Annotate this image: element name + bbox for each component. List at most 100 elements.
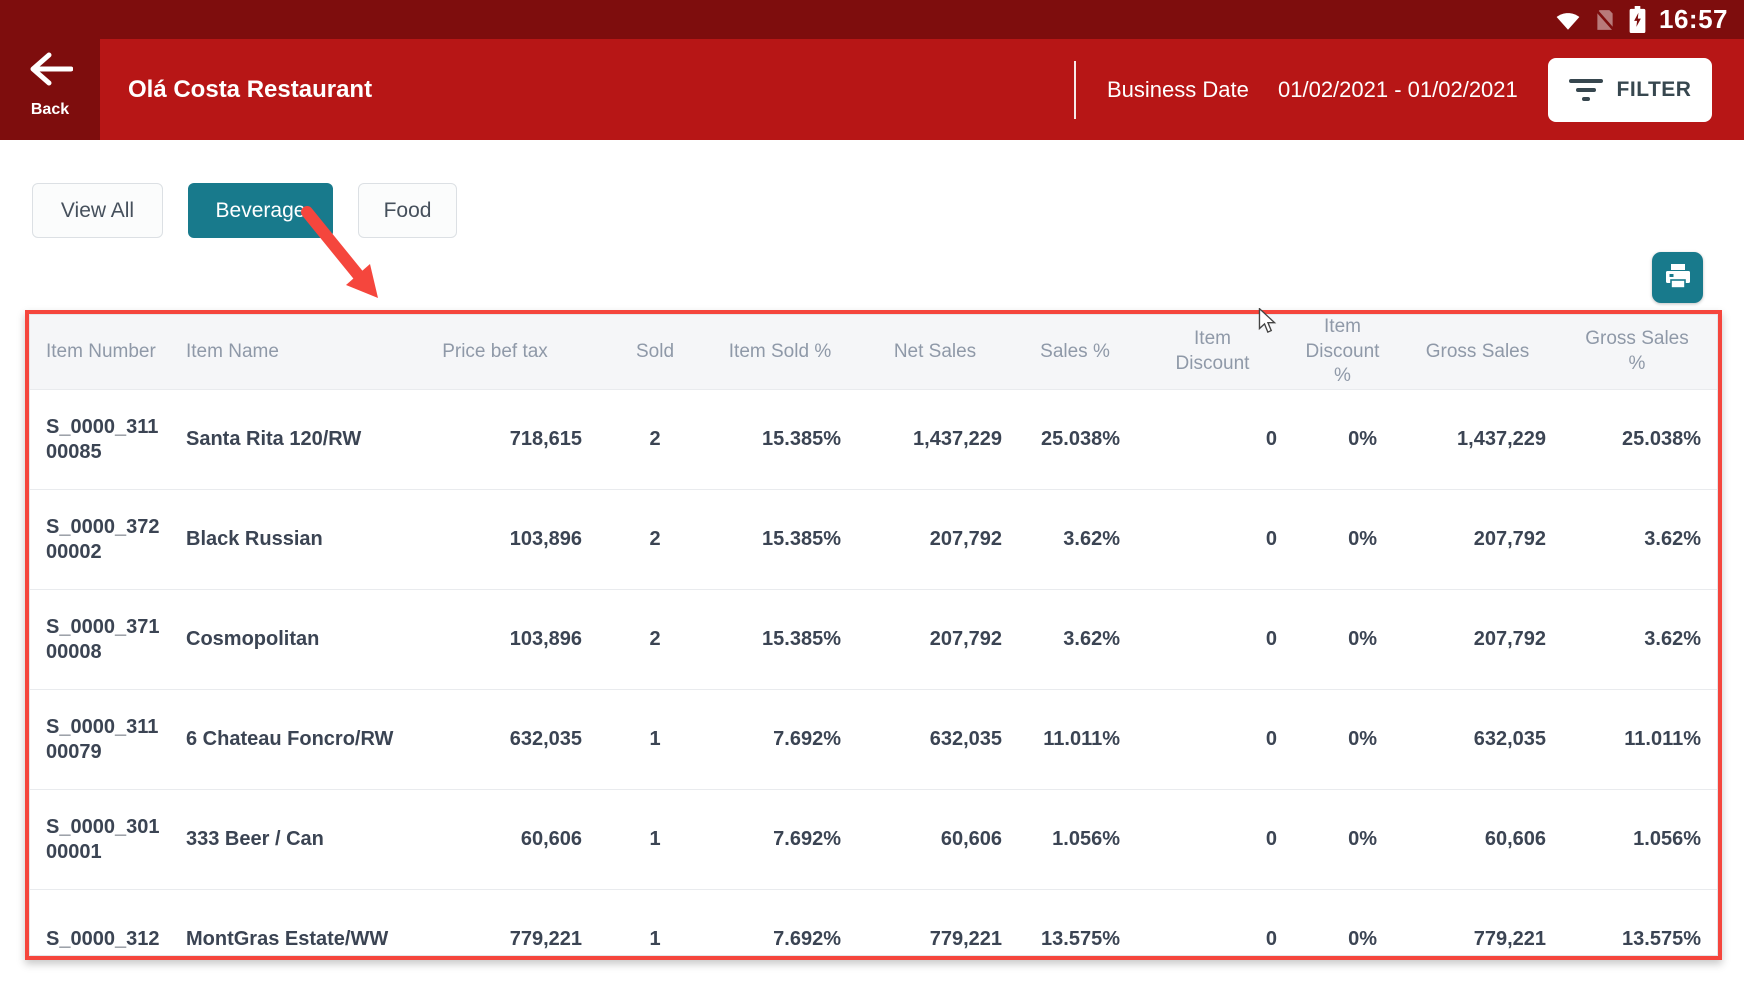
cell-gross-sales: 1,437,229	[1400, 390, 1565, 490]
table-row: S_0000_312MontGras Estate/WW779,22117.69…	[30, 890, 1718, 956]
cell-item-discount-pct: 0%	[1295, 790, 1400, 890]
table-row: S_0000_372 00002Black Russian103,896215.…	[30, 490, 1718, 590]
cell-price-bef-tax: 103,896	[400, 490, 600, 590]
cell-item-number: S_0000_311 00079	[30, 690, 170, 790]
cell-item-sold-pct: 7.692%	[710, 790, 860, 890]
highlight-border: Item Number Item Name Price bef tax Sold…	[25, 310, 1722, 960]
cell-item-name: MontGras Estate/WW	[170, 890, 400, 956]
cell-item-discount: 0	[1140, 390, 1295, 490]
status-bar: 16:57	[0, 0, 1744, 39]
sales-table: Item Number Item Name Price bef tax Sold…	[30, 315, 1718, 956]
cell-item-discount-pct: 0%	[1295, 690, 1400, 790]
tab-view-all[interactable]: View All	[32, 183, 163, 238]
cell-sold: 1	[600, 690, 710, 790]
app-screen: 16:57 Back Olá Costa Restaurant Business…	[0, 0, 1744, 981]
cell-gross-sales-pct: 11.011%	[1565, 690, 1718, 790]
filter-icon	[1569, 79, 1603, 101]
cell-sales-pct: 3.62%	[1020, 590, 1140, 690]
cell-sales-pct: 3.62%	[1020, 490, 1140, 590]
cell-net-sales: 60,606	[860, 790, 1020, 890]
filter-button[interactable]: FILTER	[1548, 58, 1712, 122]
cell-item-sold-pct: 15.385%	[710, 390, 860, 490]
cell-price-bef-tax: 632,035	[400, 690, 600, 790]
tab-beverage[interactable]: Beverage	[188, 183, 333, 238]
back-arrow-icon	[27, 52, 73, 91]
cell-item-name: 6 Chateau Foncro/RW	[170, 690, 400, 790]
header-cell-gross-sales: Gross Sales	[1400, 315, 1565, 390]
filter-label: FILTER	[1617, 78, 1692, 102]
cell-item-sold-pct: 15.385%	[710, 490, 860, 590]
cell-item-number: S_0000_301 00001	[30, 790, 170, 890]
cell-item-discount: 0	[1140, 590, 1295, 690]
cell-gross-sales-pct: 3.62%	[1565, 590, 1718, 690]
business-date-value: 01/02/2021 - 01/02/2021	[1278, 39, 1518, 140]
cell-item-name: Cosmopolitan	[170, 590, 400, 690]
table-header-row: Item Number Item Name Price bef tax Sold…	[30, 315, 1718, 390]
no-sim-icon	[1594, 8, 1616, 32]
page-title: Olá Costa Restaurant	[128, 39, 372, 140]
cell-sold: 1	[600, 790, 710, 890]
header-cell-item-discount-pct: Item Discount %	[1295, 315, 1400, 390]
cell-sold: 2	[600, 490, 710, 590]
header-cell-sales-pct: Sales %	[1020, 315, 1140, 390]
cell-gross-sales-pct: 13.575%	[1565, 890, 1718, 956]
tab-food[interactable]: Food	[358, 183, 457, 238]
cell-item-name: Santa Rita 120/RW	[170, 390, 400, 490]
cell-gross-sales-pct: 1.056%	[1565, 790, 1718, 890]
cell-gross-sales: 207,792	[1400, 590, 1565, 690]
back-label: Back	[31, 101, 69, 119]
cell-gross-sales: 207,792	[1400, 490, 1565, 590]
app-bar: Back Olá Costa Restaurant Business Date …	[0, 39, 1744, 140]
cell-item-discount: 0	[1140, 790, 1295, 890]
cell-gross-sales: 779,221	[1400, 890, 1565, 956]
cell-item-sold-pct: 7.692%	[710, 690, 860, 790]
business-date-label: Business Date	[1107, 39, 1249, 140]
header-cell-gross-sales-pct: Gross Sales %	[1565, 315, 1718, 390]
cell-price-bef-tax: 60,606	[400, 790, 600, 890]
header-cell-item-discount: Item Discount	[1140, 315, 1295, 390]
cell-item-discount-pct: 0%	[1295, 490, 1400, 590]
table-row: S_0000_311 00085Santa Rita 120/RW718,615…	[30, 390, 1718, 490]
print-icon	[1663, 261, 1693, 294]
cell-item-discount-pct: 0%	[1295, 390, 1400, 490]
header-cell-sold: Sold	[600, 315, 710, 390]
cell-net-sales: 632,035	[860, 690, 1020, 790]
cell-item-discount-pct: 0%	[1295, 590, 1400, 690]
cell-net-sales: 207,792	[860, 590, 1020, 690]
table-row: S_0000_301 00001333 Beer / Can60,60617.6…	[30, 790, 1718, 890]
cell-sold: 1	[600, 890, 710, 956]
cell-item-discount-pct: 0%	[1295, 890, 1400, 956]
status-time: 16:57	[1659, 4, 1728, 35]
cell-item-sold-pct: 7.692%	[710, 890, 860, 956]
cell-item-discount: 0	[1140, 890, 1295, 956]
table-row: S_0000_311 000796 Chateau Foncro/RW632,0…	[30, 690, 1718, 790]
cell-item-discount: 0	[1140, 490, 1295, 590]
table-row: S_0000_371 00008Cosmopolitan103,896215.3…	[30, 590, 1718, 690]
cell-gross-sales-pct: 25.038%	[1565, 390, 1718, 490]
cell-item-number: S_0000_312	[30, 890, 170, 956]
cell-price-bef-tax: 779,221	[400, 890, 600, 956]
cell-gross-sales: 632,035	[1400, 690, 1565, 790]
cell-net-sales: 779,221	[860, 890, 1020, 956]
cell-gross-sales-pct: 3.62%	[1565, 490, 1718, 590]
cell-sold: 2	[600, 390, 710, 490]
cell-net-sales: 1,437,229	[860, 390, 1020, 490]
cell-sales-pct: 25.038%	[1020, 390, 1140, 490]
appbar-divider	[1074, 61, 1076, 119]
cell-sold: 2	[600, 590, 710, 690]
header-cell-item-name: Item Name	[170, 315, 400, 390]
cell-gross-sales: 60,606	[1400, 790, 1565, 890]
wifi-icon	[1555, 9, 1581, 31]
cell-sales-pct: 11.011%	[1020, 690, 1140, 790]
cell-net-sales: 207,792	[860, 490, 1020, 590]
print-button[interactable]	[1652, 252, 1703, 303]
header-cell-item-number: Item Number	[30, 315, 170, 390]
header-cell-net-sales: Net Sales	[860, 315, 1020, 390]
cell-item-number: S_0000_372 00002	[30, 490, 170, 590]
cell-sales-pct: 1.056%	[1020, 790, 1140, 890]
cell-item-number: S_0000_371 00008	[30, 590, 170, 690]
battery-charging-icon	[1629, 6, 1646, 33]
cell-sales-pct: 13.575%	[1020, 890, 1140, 956]
cell-item-discount: 0	[1140, 690, 1295, 790]
cell-item-sold-pct: 15.385%	[710, 590, 860, 690]
